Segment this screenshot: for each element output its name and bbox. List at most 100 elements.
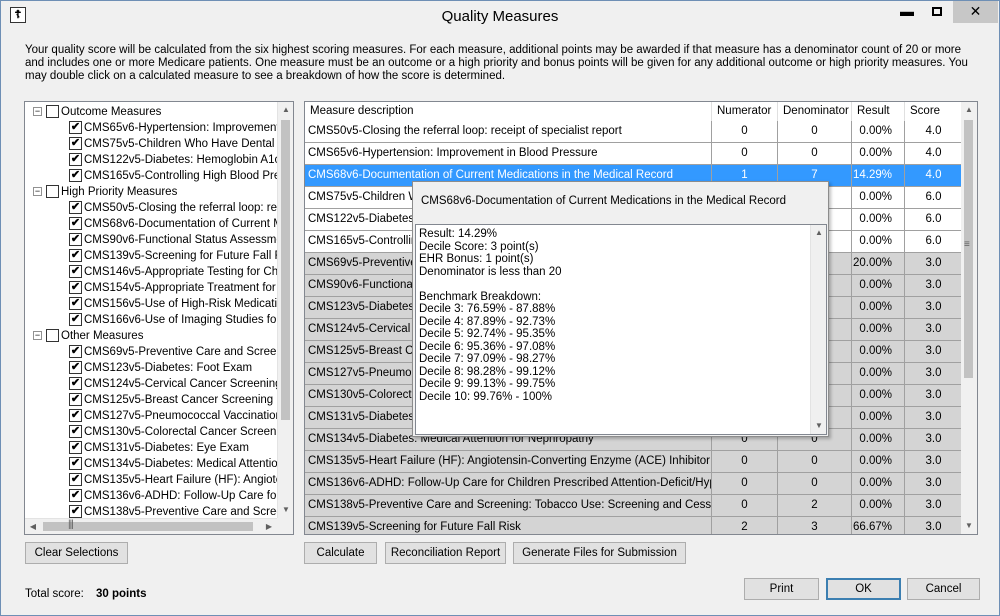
- item-checkbox[interactable]: ✔: [69, 281, 82, 295]
- item-checkbox[interactable]: ✔: [69, 441, 82, 455]
- tree-item-row[interactable]: ✔ CMS122v5-Diabetes: Hemoglobin A1c P: [25, 152, 277, 168]
- tree-item-row[interactable]: ✔ CMS90v6-Functional Status Assessment: [25, 232, 277, 248]
- print-button[interactable]: Print: [744, 578, 819, 600]
- tree-vertical-scrollbar[interactable]: ▲ ▼: [277, 102, 293, 518]
- item-checkbox[interactable]: ✔: [69, 153, 82, 167]
- tree-item-row[interactable]: ✔ CMS138v5-Preventive Care and Screeni: [25, 504, 277, 518]
- item-checkbox[interactable]: ✔: [69, 361, 82, 375]
- popup-text-box[interactable]: Result: 14.29% Decile Score: 3 point(s) …: [415, 224, 827, 435]
- column-header-description[interactable]: Measure description: [305, 102, 712, 121]
- tree-group-row[interactable]: − Other Measures: [25, 328, 277, 344]
- tree-item-row[interactable]: ✔ CMS146v5-Appropriate Testing for Childr: [25, 264, 277, 280]
- tree-item-row[interactable]: ✔ CMS135v5-Heart Failure (HF): Angiotens: [25, 472, 277, 488]
- grid-vertical-scrollbar[interactable]: ▲ ≡ ▼: [961, 102, 977, 534]
- table-row[interactable]: CMS65v6-Hypertension: Improvement in Blo…: [305, 143, 963, 165]
- table-row[interactable]: CMS139v5-Screening for Future Fall Risk 2…: [305, 517, 963, 534]
- scroll-up-icon[interactable]: ▲: [961, 102, 977, 118]
- item-checkbox[interactable]: ✔: [69, 217, 82, 231]
- tree-item-row[interactable]: ✔ CMS165v5-Controlling High Blood Pressu: [25, 168, 277, 184]
- tree-item-row[interactable]: ✔ CMS131v5-Diabetes: Eye Exam: [25, 440, 277, 456]
- measures-tree[interactable]: − Outcome Measures ✔ CMS65v6-Hypertension: …: [24, 101, 294, 535]
- item-checkbox[interactable]: ✔: [69, 409, 82, 423]
- item-checkbox[interactable]: ✔: [69, 457, 82, 471]
- collapse-icon[interactable]: −: [33, 331, 42, 341]
- table-row[interactable]: CMS138v5-Preventive Care and Screening: …: [305, 495, 963, 517]
- scroll-left-icon[interactable]: ◀: [25, 519, 41, 534]
- tree-item-row[interactable]: ✔ CMS75v5-Children Who Have Dental De: [25, 136, 277, 152]
- column-header-result[interactable]: Result: [852, 102, 905, 121]
- group-checkbox[interactable]: [46, 185, 59, 199]
- reconciliation-report-button[interactable]: Reconciliation Report: [385, 542, 506, 564]
- tree-item-row[interactable]: ✔ CMS127v5-Pneumococcal Vaccination S: [25, 408, 277, 424]
- group-checkbox[interactable]: [46, 329, 59, 343]
- scroll-up-icon[interactable]: ▲: [278, 102, 293, 118]
- ok-button[interactable]: OK: [826, 578, 901, 600]
- item-checkbox[interactable]: ✔: [69, 233, 82, 247]
- tree-item-row[interactable]: ✔ CMS68v6-Documentation of Current Mec: [25, 216, 277, 232]
- close-button[interactable]: ✕: [953, 1, 998, 23]
- item-checkbox[interactable]: ✔: [69, 505, 82, 518]
- generate-files-button[interactable]: Generate Files for Submission: [513, 542, 686, 564]
- item-checkbox[interactable]: ✔: [69, 201, 82, 215]
- item-checkbox[interactable]: ✔: [69, 345, 82, 359]
- cell-numerator: 0: [712, 495, 778, 516]
- total-score-value: 30 points: [96, 588, 147, 600]
- tree-item-row[interactable]: ✔ CMS166v6-Use of Imaging Studies for Lo: [25, 312, 277, 328]
- tree-hscroll-thumb[interactable]: [43, 522, 253, 531]
- tree-group-row[interactable]: − Outcome Measures: [25, 104, 277, 120]
- tree-item-row[interactable]: ✔ CMS65v6-Hypertension: Improvement in: [25, 120, 277, 136]
- scroll-down-icon[interactable]: ▼: [811, 418, 827, 434]
- group-checkbox[interactable]: [46, 105, 59, 119]
- calculate-button[interactable]: Calculate: [304, 542, 377, 564]
- tree-item-row[interactable]: ✔ CMS136v6-ADHD: Follow-Up Care for Ch: [25, 488, 277, 504]
- maximize-icon: [932, 7, 942, 16]
- collapse-icon[interactable]: −: [33, 107, 42, 117]
- maximize-button[interactable]: [921, 1, 953, 23]
- tree-item-row[interactable]: ✔ CMS123v5-Diabetes: Foot Exam: [25, 360, 277, 376]
- title-bar[interactable]: ☦ Quality Measures ▬ ✕: [1, 1, 999, 31]
- item-checkbox[interactable]: ✔: [69, 377, 82, 391]
- column-header-score[interactable]: Score: [905, 102, 963, 121]
- item-checkbox[interactable]: ✔: [69, 265, 82, 279]
- tree-item-label: CMS154v5-Appropriate Treatment for Ch: [84, 282, 277, 294]
- item-checkbox[interactable]: ✔: [69, 425, 82, 439]
- item-checkbox[interactable]: ✔: [69, 249, 82, 263]
- item-checkbox[interactable]: ✔: [69, 489, 82, 503]
- item-checkbox[interactable]: ✔: [69, 137, 82, 151]
- tree-item-row[interactable]: ✔ CMS50v5-Closing the referral loop: rece…: [25, 200, 277, 216]
- item-checkbox[interactable]: ✔: [69, 297, 82, 311]
- item-checkbox[interactable]: ✔: [69, 169, 82, 183]
- column-header-denominator[interactable]: Denominator: [778, 102, 852, 121]
- cancel-button[interactable]: Cancel: [907, 578, 980, 600]
- tree-item-row[interactable]: ✔ CMS154v5-Appropriate Treatment for Ch: [25, 280, 277, 296]
- tree-item-row[interactable]: ✔ CMS125v5-Breast Cancer Screening: [25, 392, 277, 408]
- item-checkbox[interactable]: ✔: [69, 393, 82, 407]
- tree-item-row[interactable]: ✔ CMS139v5-Screening for Future Fall Risk: [25, 248, 277, 264]
- tree-group-label: Outcome Measures: [61, 106, 162, 118]
- scroll-down-icon[interactable]: ▼: [278, 502, 293, 518]
- tree-item-row[interactable]: ✔ CMS69v5-Preventive Care and Screenin: [25, 344, 277, 360]
- item-checkbox[interactable]: ✔: [69, 121, 82, 135]
- table-row[interactable]: CMS135v5-Heart Failure (HF): Angiotensin…: [305, 451, 963, 473]
- column-header-numerator[interactable]: Numerator: [712, 102, 778, 121]
- tree-item-row[interactable]: ✔ CMS130v5-Colorectal Cancer Screening: [25, 424, 277, 440]
- scroll-right-icon[interactable]: ▶: [261, 519, 277, 534]
- tree-item-row[interactable]: ✔ CMS156v5-Use of High-Risk Medications: [25, 296, 277, 312]
- tree-item-row[interactable]: ✔ CMS134v5-Diabetes: Medical Attention f: [25, 456, 277, 472]
- cell-score: 3.0: [905, 319, 963, 340]
- collapse-icon[interactable]: −: [33, 187, 42, 197]
- tree-group-row[interactable]: − High Priority Measures: [25, 184, 277, 200]
- popup-vertical-scrollbar[interactable]: ▲ ▼: [810, 225, 826, 434]
- resize-grip-icon[interactable]: [987, 603, 997, 613]
- scroll-down-icon[interactable]: ▼: [961, 518, 977, 534]
- minimize-button[interactable]: ▬: [891, 1, 923, 23]
- item-checkbox[interactable]: ✔: [69, 313, 82, 327]
- tree-horizontal-scrollbar[interactable]: ◀ ||| ▶: [25, 518, 277, 534]
- tree-item-row[interactable]: ✔ CMS124v5-Cervical Cancer Screening: [25, 376, 277, 392]
- clear-selections-button[interactable]: Clear Selections: [25, 542, 128, 564]
- table-row[interactable]: CMS50v5-Closing the referral loop: recei…: [305, 121, 963, 143]
- scroll-up-icon[interactable]: ▲: [811, 225, 827, 241]
- item-checkbox[interactable]: ✔: [69, 473, 82, 487]
- table-row[interactable]: CMS136v6-ADHD: Follow-Up Care for Childr…: [305, 473, 963, 495]
- tree-scroll-thumb[interactable]: [281, 120, 290, 420]
